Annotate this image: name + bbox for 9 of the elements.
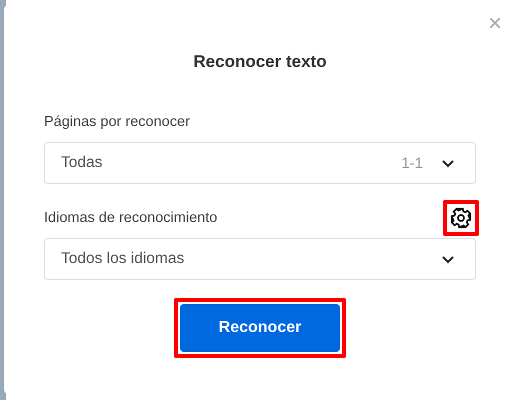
field-label: Idiomas de reconocimiento	[44, 210, 218, 226]
recognize-button[interactable]: Reconocer	[180, 304, 340, 352]
dropdown[interactable]: Todas 1-1	[44, 142, 476, 184]
settings-icon[interactable]	[450, 207, 472, 229]
dialog-title: Reconocer texto	[192, 52, 328, 72]
chevron-down-icon	[441, 254, 455, 264]
chevron-down-icon	[441, 158, 455, 168]
dropdown[interactable]: Todos los idiomas	[44, 238, 476, 280]
field-label: Páginas por reconocer	[44, 114, 190, 130]
